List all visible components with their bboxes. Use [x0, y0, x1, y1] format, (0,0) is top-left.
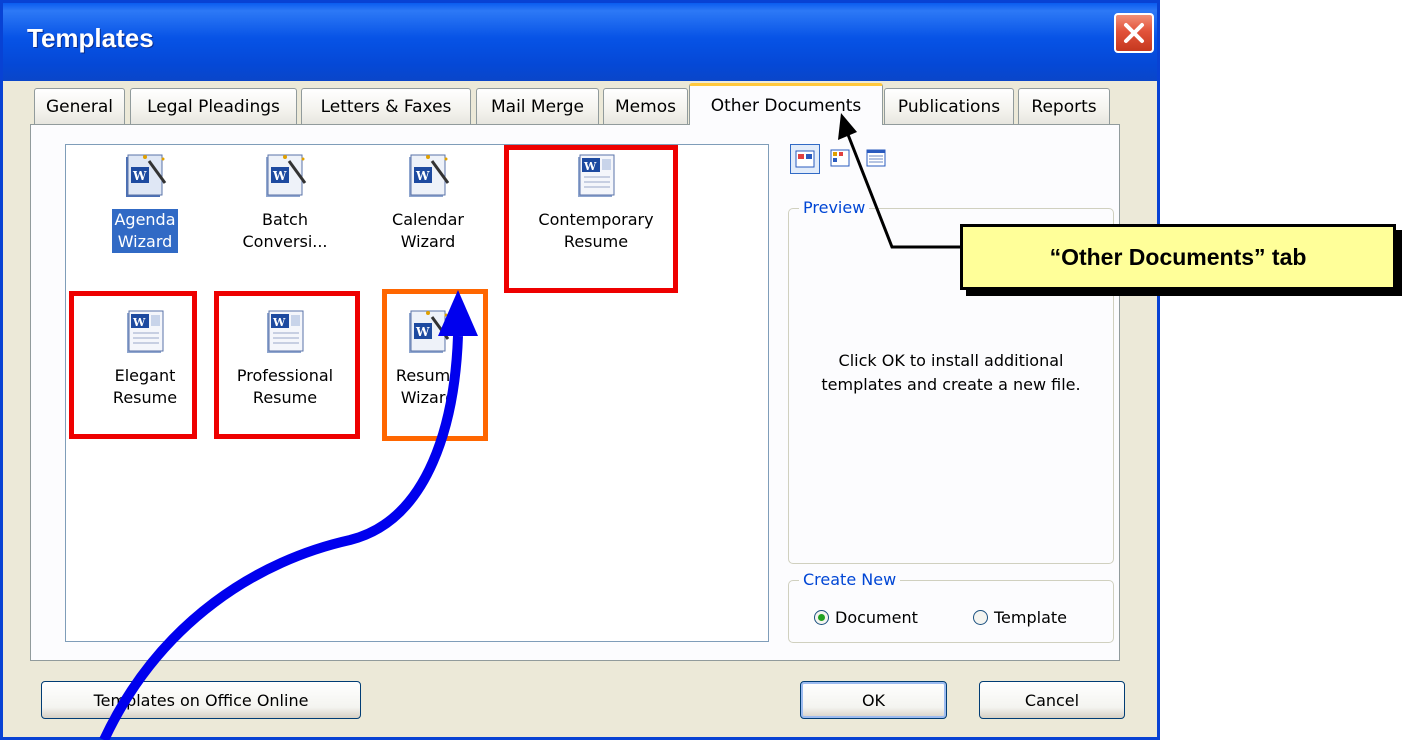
- list-view-button[interactable]: [826, 144, 856, 174]
- svg-text:W: W: [132, 169, 147, 183]
- svg-text:W: W: [415, 325, 430, 339]
- tab-label: General: [46, 96, 113, 117]
- tab-publications[interactable]: Publications: [884, 88, 1014, 124]
- radio-label: Document: [835, 608, 918, 627]
- tab-label: Other Documents: [710, 95, 862, 116]
- template-resume-wizard[interactable]: W Resume Wizard: [373, 305, 483, 409]
- close-icon: [1124, 23, 1144, 43]
- template-radio[interactable]: Template: [973, 608, 1067, 627]
- tab-label: Publications: [897, 96, 1001, 117]
- template-label: Contemporary Resume: [536, 209, 655, 253]
- tab-memos[interactable]: Memos: [603, 88, 688, 124]
- template-label: Professional Resume: [235, 365, 335, 409]
- tab-label: Letters & Faxes: [320, 96, 452, 117]
- button-label: Templates on Office Online: [93, 690, 309, 710]
- label-line: Resume: [112, 388, 178, 407]
- preview-line: templates and create a new file.: [821, 375, 1081, 394]
- word-wizard-icon: W: [266, 154, 307, 197]
- create-new-title: Create New: [799, 570, 901, 589]
- template-contemporary-resume[interactable]: W Contemporary Resume: [526, 149, 666, 253]
- label-line: Wizard: [400, 388, 456, 407]
- close-button[interactable]: [1114, 13, 1154, 53]
- svg-text:W: W: [415, 169, 430, 183]
- tab-label: Legal Pleadings: [147, 96, 280, 117]
- template-label: Agenda Wizard: [112, 209, 178, 253]
- button-label: Cancel: [1024, 690, 1080, 710]
- template-label: Elegant Resume: [111, 365, 179, 409]
- other-documents-callout: “Other Documents” tab: [960, 224, 1396, 290]
- label-line: Batch: [262, 210, 308, 229]
- large-icons-view-icon: [795, 150, 815, 168]
- label-line: Contemporary: [538, 210, 654, 229]
- svg-text:W: W: [132, 316, 146, 329]
- large-icons-view-button[interactable]: [790, 144, 820, 174]
- tab-mail-merge[interactable]: Mail Merge: [476, 88, 599, 124]
- label-line: Wizard: [400, 232, 456, 251]
- template-professional-resume[interactable]: W Professional Resume: [223, 305, 347, 409]
- template-label: Resume Wizard: [394, 365, 462, 409]
- label-line: Resume: [252, 388, 318, 407]
- ok-button[interactable]: OK: [800, 681, 947, 719]
- tab-letters-faxes[interactable]: Letters & Faxes: [301, 88, 471, 124]
- tab-legal-pleadings[interactable]: Legal Pleadings: [130, 88, 297, 124]
- tab-label: Reports: [1031, 96, 1097, 117]
- word-document-icon: W: [127, 310, 164, 353]
- label-line: Professional: [236, 366, 334, 385]
- word-wizard-icon: W: [409, 154, 450, 197]
- details-view-button[interactable]: [862, 144, 892, 174]
- templates-online-button[interactable]: Templates on Office Online: [41, 681, 361, 719]
- svg-text:W: W: [272, 316, 286, 329]
- cancel-button[interactable]: Cancel: [979, 681, 1125, 719]
- callout-text: “Other Documents” tab: [1049, 243, 1307, 270]
- radio-selected-indicator: [814, 610, 829, 625]
- preview-line: Click OK to install additional: [838, 351, 1064, 370]
- create-new-group: Create New Document Template: [788, 570, 1114, 643]
- template-label: Batch Conversi...: [240, 209, 329, 253]
- template-elegant-resume[interactable]: W Elegant Resume: [90, 305, 200, 409]
- list-view-icon: [830, 149, 850, 167]
- word-document-icon: W: [267, 310, 304, 353]
- template-agenda-wizard[interactable]: W Agenda Wizard: [90, 149, 200, 253]
- label-line: Conversi...: [242, 232, 328, 251]
- label-line: Resume: [563, 232, 629, 251]
- tab-label: Memos: [615, 96, 676, 117]
- tab-other-documents[interactable]: Other Documents: [689, 83, 883, 125]
- label-line: Calendar: [392, 210, 464, 229]
- label-line: Resume: [395, 366, 461, 385]
- tab-label: Mail Merge: [490, 96, 584, 117]
- template-list[interactable]: W Agenda Wizard W Batch Conversi... W Ca…: [65, 144, 769, 642]
- label-line: Wizard: [117, 232, 173, 251]
- word-wizard-icon: W: [409, 310, 450, 353]
- preview-title: Preview: [799, 198, 870, 217]
- details-view-icon: [866, 149, 886, 167]
- svg-text:W: W: [583, 160, 597, 173]
- preview-message: Click OK to install additional templates…: [789, 349, 1113, 397]
- template-calendar-wizard[interactable]: W Calendar Wizard: [373, 149, 483, 253]
- radio-label: Template: [994, 608, 1068, 627]
- tab-general[interactable]: General: [34, 88, 125, 124]
- svg-text:W: W: [272, 169, 287, 183]
- label-line: Elegant: [114, 366, 176, 385]
- dialog-title: Templates: [27, 23, 154, 53]
- document-radio[interactable]: Document: [814, 608, 918, 627]
- radio-indicator: [973, 610, 988, 625]
- label-line: Agenda: [114, 210, 176, 229]
- template-label: Calendar Wizard: [390, 209, 466, 253]
- word-wizard-icon: W: [126, 154, 167, 197]
- tab-reports[interactable]: Reports: [1018, 88, 1110, 124]
- templates-dialog: Templates General Legal Pleadings Letter…: [0, 0, 1160, 740]
- template-batch-conversion[interactable]: W Batch Conversi...: [230, 149, 340, 253]
- word-document-icon: W: [578, 154, 615, 197]
- title-bar[interactable]: Templates: [3, 3, 1157, 81]
- button-label: OK: [861, 690, 886, 710]
